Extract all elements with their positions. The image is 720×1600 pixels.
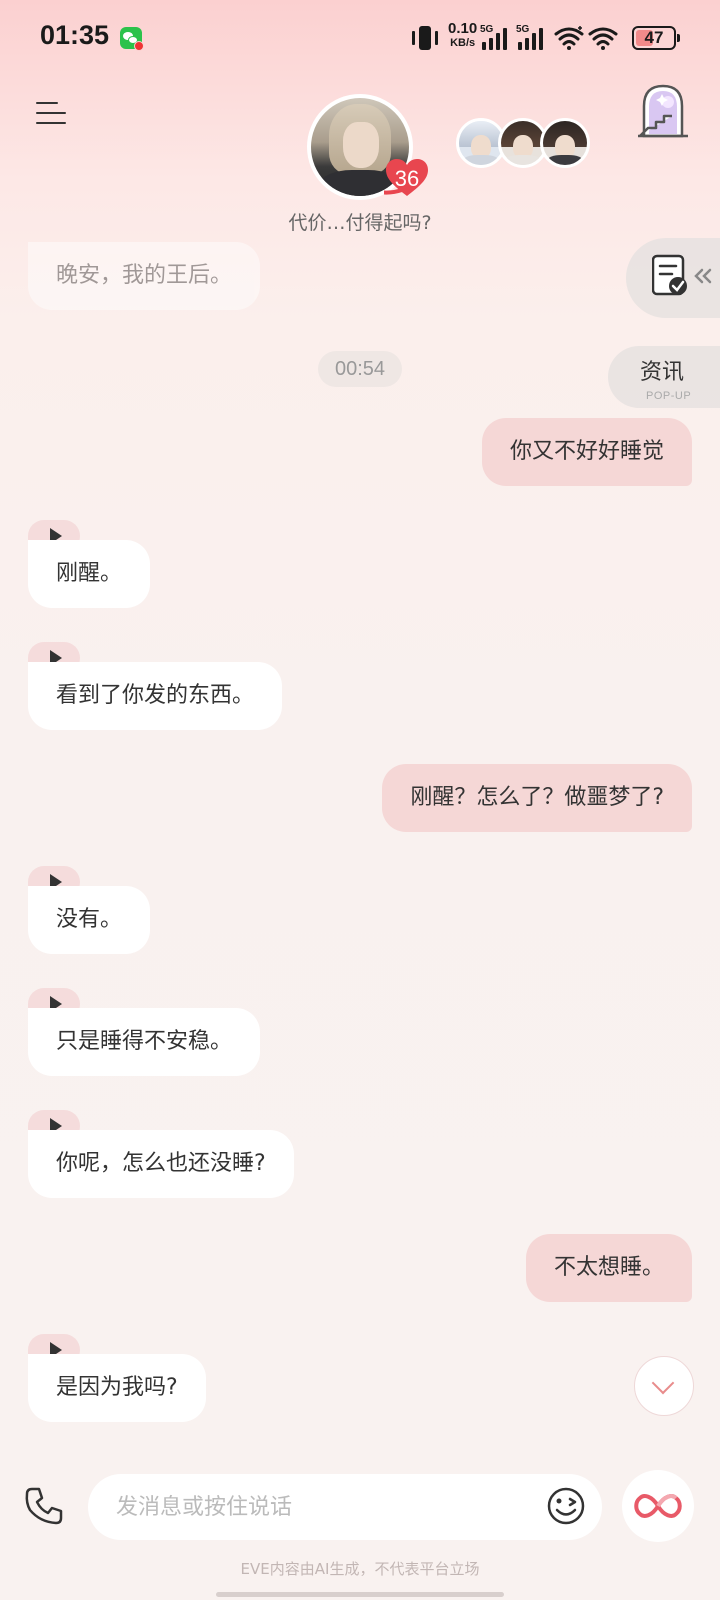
ai-disclaimer: EVE内容由AI生成，不代表平台立场: [240, 1560, 480, 1578]
wifi-icon: [588, 27, 618, 50]
user-message[interactable]: 不太想睡。: [525, 1234, 692, 1302]
net-speed: 0.10 KB/s: [448, 20, 478, 50]
character-switcher[interactable]: [456, 118, 592, 172]
status-bar: 01:35 0.10 KB/s 5G 5G 47: [0, 0, 720, 76]
bot-message-text: 你呢，怎么也还没睡?: [28, 1130, 294, 1198]
user-message[interactable]: 刚醒？怎么了？做噩梦了?: [382, 764, 692, 832]
battery-level: 47: [644, 28, 664, 47]
infinity-button[interactable]: [622, 1470, 694, 1542]
signal-icon: 5G: [516, 24, 550, 50]
bot-message-text: 刚醒。: [28, 540, 151, 608]
battery-icon: 47: [632, 26, 680, 50]
net-speed-unit: KB/s: [450, 37, 476, 49]
status-time: 01:35: [40, 20, 110, 50]
message-input[interactable]: [88, 1474, 602, 1540]
bot-message-text: 没有。: [28, 886, 151, 954]
scroll-down-button[interactable]: [634, 1356, 694, 1416]
home-indicator[interactable]: [216, 1592, 504, 1597]
phone-icon[interactable]: [24, 1486, 64, 1526]
affection-count: 36: [394, 166, 420, 191]
infinity-icon: [634, 1494, 682, 1518]
wechat-icon: [120, 27, 144, 51]
signal-label: 5G: [480, 24, 494, 35]
menu-icon[interactable]: [36, 100, 68, 128]
vibrate-icon: [410, 26, 440, 50]
mini-avatar[interactable]: [540, 118, 590, 168]
time-separator: 00:54: [318, 351, 402, 387]
wifi-icon: [554, 26, 584, 50]
emoji-icon[interactable]: [546, 1486, 586, 1526]
signal-icon: 5G: [480, 24, 514, 50]
bot-message-text: 只是睡得不安稳。: [28, 1008, 261, 1076]
bot-message-text: 是因为我吗?: [28, 1354, 206, 1422]
bot-message-text: 晚安，我的王后。: [28, 242, 261, 310]
signal-label: 5G: [516, 24, 530, 35]
message-list[interactable]: 晚安，我的王后。 00:54 你又不好好睡觉 刚醒。 看到了你发的东西。 刚醒？…: [0, 232, 720, 1434]
castle-icon[interactable]: [638, 82, 688, 138]
character-subtitle: 代价…付得起吗?: [288, 212, 432, 234]
bot-message-text: 看到了你发的东西。: [28, 662, 283, 730]
net-speed-value: 0.10: [448, 20, 478, 37]
user-message[interactable]: 你又不好好睡觉: [481, 418, 692, 486]
input-bar: [0, 1466, 720, 1546]
